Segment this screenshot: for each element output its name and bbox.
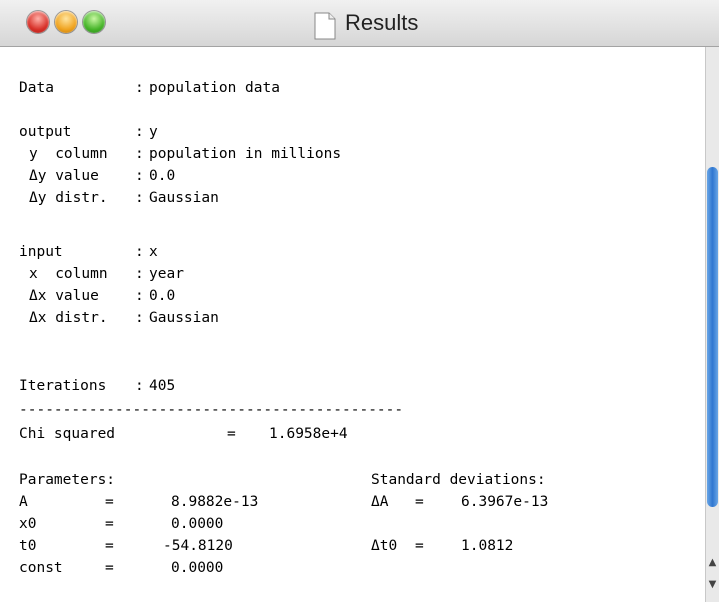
parameters-header: Parameters:: [19, 472, 116, 488]
std-value: 6.3967e-13: [461, 494, 549, 510]
equals: =: [105, 538, 114, 554]
dy-value-value: 0.0: [149, 168, 176, 184]
chi-squared-label: Chi squared: [19, 426, 116, 442]
param-value: 0.0000: [171, 516, 224, 532]
colon: :: [135, 266, 144, 282]
scrollbar-thumb[interactable]: [707, 167, 718, 507]
std-dev-header: Standard deviations:: [371, 472, 546, 488]
equals: =: [415, 494, 424, 510]
std-name: Δt0: [371, 538, 398, 554]
separator: ----------------------------------------…: [19, 402, 404, 418]
data-value: population data: [149, 80, 280, 96]
colon: :: [135, 168, 144, 184]
equals: =: [105, 560, 114, 576]
vertical-scrollbar[interactable]: ▲ ▼: [705, 47, 719, 602]
window-title: Results: [345, 10, 419, 35]
zoom-button[interactable]: [83, 11, 105, 33]
param-name: A: [19, 494, 28, 510]
input-value: x: [149, 244, 158, 260]
document-icon: [314, 12, 336, 40]
colon: :: [135, 80, 144, 96]
dy-distr-value: Gaussian: [149, 190, 219, 206]
dx-value-label: Δx value: [29, 288, 99, 304]
std-value: 1.0812: [461, 538, 514, 554]
colon: :: [135, 288, 144, 304]
colon: :: [135, 146, 144, 162]
param-name: x0: [19, 516, 37, 532]
dx-distr-value: Gaussian: [149, 310, 219, 326]
data-label: Data: [19, 80, 54, 96]
scroll-up-arrow-icon[interactable]: ▲: [707, 552, 718, 574]
output-label: output: [19, 124, 72, 140]
param-name: t0: [19, 538, 37, 554]
dy-distr-label: Δy distr.: [29, 190, 108, 206]
iterations-value: 405: [149, 378, 176, 394]
dy-value-label: Δy value: [29, 168, 99, 184]
title-bar: Results: [0, 0, 719, 47]
param-name: const: [19, 560, 63, 576]
colon: :: [135, 378, 144, 394]
close-button[interactable]: [27, 11, 49, 33]
y-column-value: population in millions: [149, 146, 342, 162]
equals: =: [227, 426, 236, 442]
minimize-button[interactable]: [55, 11, 77, 33]
y-column-label: y column: [29, 146, 108, 162]
colon: :: [135, 310, 144, 326]
iterations-label: Iterations: [19, 378, 107, 394]
input-label: input: [19, 244, 63, 260]
x-column-label: x column: [29, 266, 108, 282]
output-value: y: [149, 124, 158, 140]
equals: =: [105, 516, 114, 532]
equals: =: [105, 494, 114, 510]
param-value: 0.0000: [171, 560, 224, 576]
colon: :: [135, 190, 144, 206]
colon: :: [135, 244, 144, 260]
dx-distr-label: Δx distr.: [29, 310, 108, 326]
scroll-down-arrow-icon[interactable]: ▼: [707, 574, 718, 596]
std-name: ΔA: [371, 494, 389, 510]
dx-value-value: 0.0: [149, 288, 176, 304]
equals: =: [415, 538, 424, 554]
x-column-value: year: [149, 266, 184, 282]
chi-squared-value: 1.6958e+4: [269, 426, 348, 442]
param-value: 8.9882e-13: [171, 494, 259, 510]
param-value: -54.8120: [163, 538, 233, 554]
colon: :: [135, 124, 144, 140]
